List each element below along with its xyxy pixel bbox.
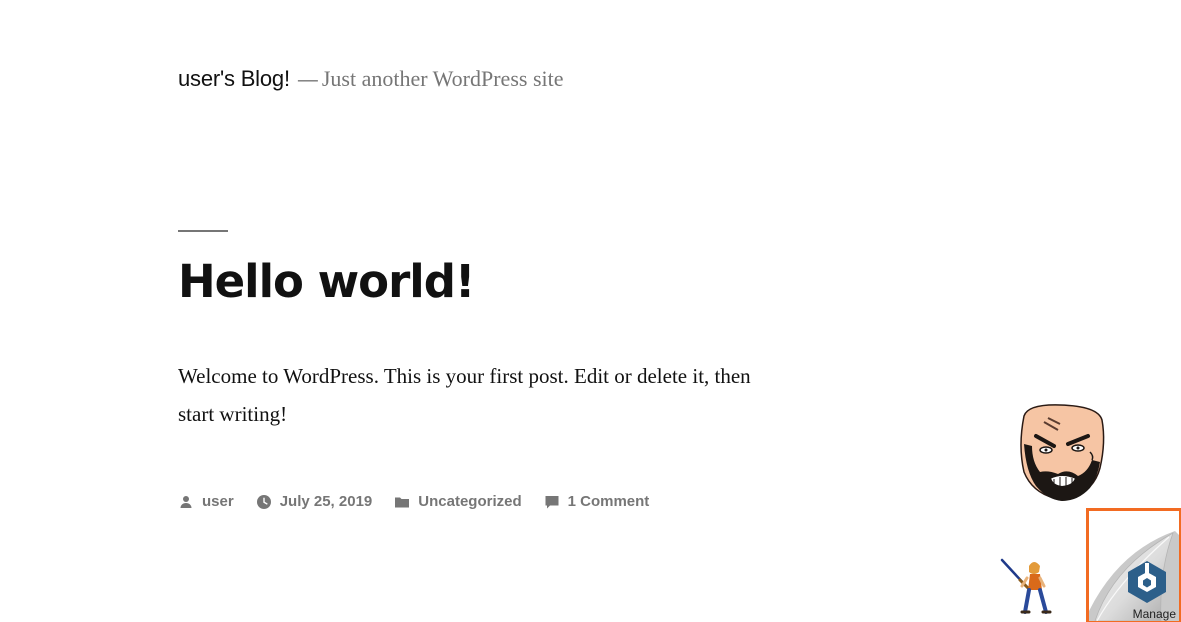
comment-icon <box>544 494 560 510</box>
meta-category-label: Uncategorized <box>418 493 522 510</box>
site-branding: user's Blog! — Just another WordPress site <box>178 66 564 92</box>
site-title-separator: — <box>297 69 318 91</box>
title-divider <box>178 230 228 232</box>
sword-warrior-mascot <box>998 556 1056 616</box>
manage-label: Manage <box>1132 607 1176 621</box>
entry-meta: user July 25, 2019 Uncategorized 1 Comme… <box>178 493 671 510</box>
meta-comments-label: 1 Comment <box>567 493 650 510</box>
site-title-link[interactable]: user's Blog! <box>178 66 290 91</box>
meta-comments-link[interactable]: 1 Comment <box>544 493 650 510</box>
clock-icon <box>256 494 272 510</box>
meta-date-link[interactable]: July 25, 2019 <box>256 493 373 510</box>
meta-category-link[interactable]: Uncategorized <box>394 493 522 510</box>
meta-author-label: user <box>202 493 234 510</box>
meta-author-link[interactable]: user <box>178 493 234 510</box>
folder-icon <box>394 494 410 510</box>
meta-date-label: July 25, 2019 <box>279 493 373 510</box>
manage-widget-button[interactable]: Manage <box>1086 508 1181 622</box>
post-title[interactable]: Hello world! <box>178 255 475 309</box>
person-icon <box>178 494 194 510</box>
angry-face-mascot <box>1014 402 1108 506</box>
hexagon-logo-icon <box>1125 559 1169 605</box>
post-content: Welcome to WordPress. This is your first… <box>178 364 751 426</box>
site-description: Just another WordPress site <box>321 66 564 91</box>
